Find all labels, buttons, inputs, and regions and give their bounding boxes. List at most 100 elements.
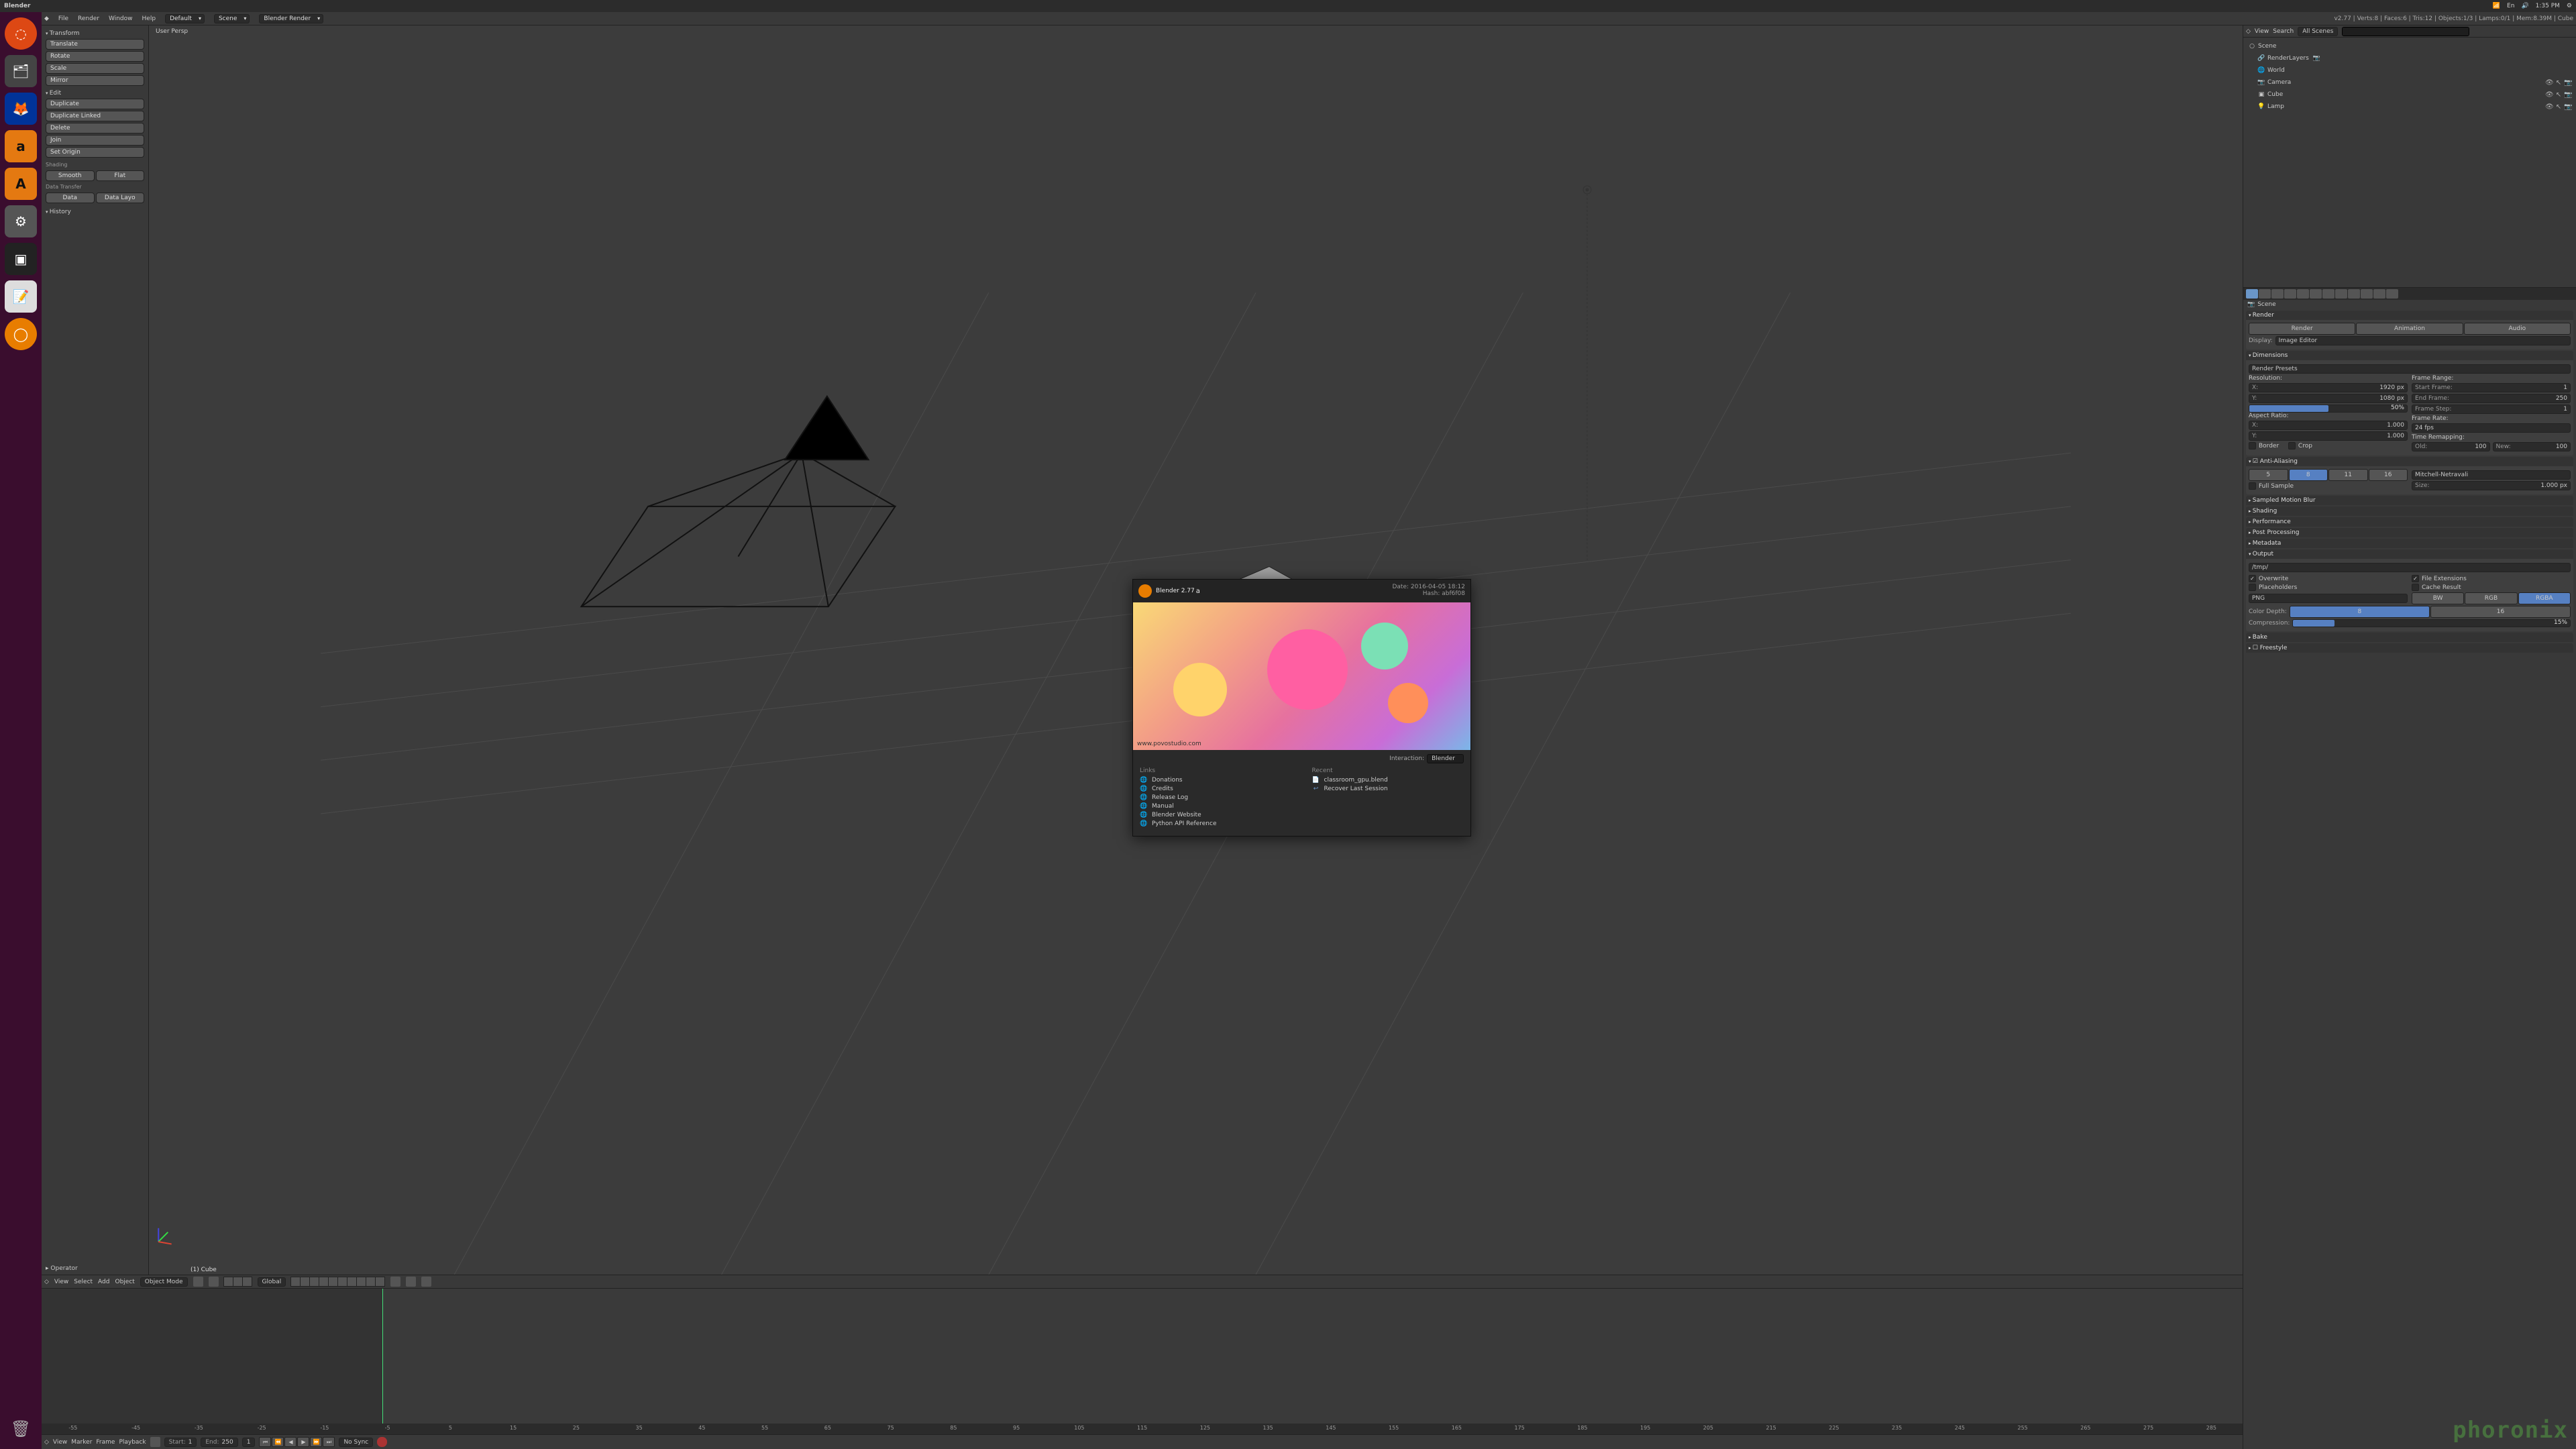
prop-edit-icon[interactable]	[406, 1277, 416, 1287]
tab-material[interactable]	[2348, 289, 2360, 299]
res-y[interactable]: Y:1080 px	[2249, 394, 2408, 403]
res-x[interactable]: X:1920 px	[2249, 383, 2408, 392]
border-check[interactable]: Border Crop	[2249, 442, 2408, 449]
tl-menu-playback[interactable]: Playback	[119, 1439, 146, 1446]
blender-icon[interactable]: ◯	[5, 318, 37, 350]
v3d-menu-view[interactable]: View	[54, 1279, 68, 1285]
timeline-cursor[interactable]	[382, 1289, 383, 1424]
jump-start-button[interactable]: ⏮	[259, 1437, 271, 1447]
delete-button[interactable]: Delete	[46, 123, 144, 133]
editor-type-icon[interactable]: ◇	[44, 1279, 49, 1285]
v3d-menu-select[interactable]: Select	[74, 1279, 93, 1285]
frame-step[interactable]: Frame Step:1	[2412, 405, 2571, 414]
tab-object[interactable]	[2297, 289, 2309, 299]
placeholders-check[interactable]: Placeholders	[2249, 584, 2408, 591]
set-origin-button[interactable]: Set Origin	[46, 147, 144, 158]
operator-h[interactable]: ▸ Operator	[46, 1265, 78, 1272]
tab-particles[interactable]	[2373, 289, 2385, 299]
collapsed-panel[interactable]: Performance	[2246, 517, 2573, 527]
prev-key-button[interactable]: ⏪	[272, 1437, 284, 1447]
outliner-row[interactable]: ○Scene	[2247, 40, 2572, 52]
layers-seg[interactable]	[291, 1277, 385, 1287]
outliner-row[interactable]: ▣Cube👁↖📷	[2247, 89, 2572, 101]
tab-physics[interactable]	[2386, 289, 2398, 299]
next-key-button[interactable]: ⏩	[310, 1437, 322, 1447]
ol-menu-view[interactable]: View	[2255, 28, 2269, 35]
depth16-button[interactable]: 16	[2430, 606, 2571, 618]
mode-dropdown[interactable]: Object Mode	[140, 1277, 188, 1287]
tab-constraints[interactable]	[2310, 289, 2322, 299]
gear-icon[interactable]: ⚙	[2567, 3, 2572, 9]
tl-menu-frame[interactable]: Frame	[96, 1439, 115, 1446]
dup-linked-button[interactable]: Duplicate Linked	[46, 111, 144, 121]
menu-window[interactable]: Window	[109, 15, 133, 22]
output-path[interactable]: /tmp/	[2249, 563, 2571, 572]
firefox-icon[interactable]: 🦊	[5, 93, 37, 125]
tl-editor-icon[interactable]: ◇	[44, 1439, 49, 1446]
cache-check[interactable]: Cache Result	[2412, 584, 2571, 591]
splash-link[interactable]: 🌐Donations	[1140, 777, 1292, 784]
end-frame[interactable]: End Frame:250	[2412, 394, 2571, 403]
aa-11[interactable]: 11	[2328, 469, 2368, 481]
manipulator-seg[interactable]	[224, 1277, 252, 1287]
audio-button[interactable]: Audio	[2464, 323, 2571, 335]
texteditor-icon[interactable]: 📝	[5, 280, 37, 313]
rgba-button[interactable]: RGBA	[2518, 592, 2571, 604]
v3d-menu-add[interactable]: Add	[98, 1279, 109, 1285]
interaction-dropdown[interactable]: Blender	[1427, 754, 1464, 763]
files-icon[interactable]: 🗂	[5, 55, 37, 87]
engine-dropdown[interactable]: Blender Render	[259, 14, 323, 23]
end-frame-field[interactable]: End:250	[201, 1438, 237, 1447]
scale-button[interactable]: Scale	[46, 63, 144, 74]
tab-texture[interactable]	[2361, 289, 2373, 299]
sync-dropdown[interactable]: No Sync	[339, 1438, 373, 1447]
aa-size[interactable]: Size:1.000 px	[2412, 481, 2571, 490]
aa-filter[interactable]: Mitchell-Netravali	[2412, 470, 2571, 480]
menu-file[interactable]: File	[58, 15, 68, 22]
autokey-icon[interactable]	[377, 1437, 387, 1447]
outliner-row[interactable]: 💡Lamp👁↖📷	[2247, 101, 2572, 113]
render-preset[interactable]: Render Presets	[2249, 364, 2571, 374]
tab-render[interactable]	[2246, 289, 2258, 299]
tab-data[interactable]	[2335, 289, 2347, 299]
freestyle-h[interactable]: ☐ Freestyle	[2246, 643, 2573, 653]
prop-tabs[interactable]	[2243, 288, 2576, 300]
start-frame[interactable]: Start Frame:1	[2412, 383, 2571, 392]
menu-render[interactable]: Render	[78, 15, 99, 22]
scene-dropdown[interactable]: Scene	[214, 14, 250, 23]
ol-menu-search[interactable]: Search	[2273, 28, 2294, 35]
snap-icon[interactable]	[390, 1277, 400, 1287]
play-rev-button[interactable]: ◀	[284, 1437, 297, 1447]
keyboard-lang[interactable]: En	[2507, 3, 2514, 9]
collapsed-panel[interactable]: Shading	[2246, 506, 2573, 516]
outliner-tree[interactable]: ○Scene🔗RenderLayers📷🌐World📷Camera👁↖📷▣Cub…	[2243, 38, 2576, 115]
splash-link[interactable]: 🌐Manual	[1140, 803, 1292, 810]
outliner-row[interactable]: 🌐World	[2247, 64, 2572, 76]
aa-5[interactable]: 5	[2249, 469, 2288, 481]
rotate-button[interactable]: Rotate	[46, 51, 144, 62]
settings-icon[interactable]: ⚙	[5, 205, 37, 237]
tl-menu-marker[interactable]: Marker	[71, 1439, 92, 1446]
ol-editor-icon[interactable]: ◇	[2246, 28, 2251, 35]
software-icon[interactable]: A	[5, 168, 37, 200]
mirror-button[interactable]: Mirror	[46, 75, 144, 86]
orientation-dropdown[interactable]: Global	[258, 1277, 286, 1287]
overwrite-check[interactable]: ✓Overwrite	[2249, 575, 2408, 582]
rgb-button[interactable]: RGB	[2465, 592, 2517, 604]
fileext-check[interactable]: ✓File Extensions	[2412, 575, 2571, 582]
output-h[interactable]: Output	[2246, 549, 2573, 559]
shading-icon[interactable]	[193, 1277, 203, 1287]
depth8-button[interactable]: 8	[2290, 606, 2430, 618]
fps-dd[interactable]: 24 fps	[2412, 423, 2571, 433]
bake-h[interactable]: Bake	[2246, 633, 2573, 642]
render-preview-icon[interactable]	[421, 1277, 431, 1287]
trash-icon[interactable]: 🗑	[5, 1413, 37, 1445]
start-frame-field[interactable]: Start:1	[164, 1438, 197, 1447]
toolshelf-edit-h[interactable]: Edit	[46, 90, 144, 97]
current-frame-field[interactable]: 1	[242, 1438, 256, 1447]
terminal-icon[interactable]: ▣	[5, 243, 37, 275]
amazon-icon[interactable]: a	[5, 130, 37, 162]
layout-dropdown[interactable]: Default	[165, 14, 205, 23]
ol-search-input[interactable]	[2342, 27, 2469, 36]
translate-button[interactable]: Translate	[46, 39, 144, 50]
